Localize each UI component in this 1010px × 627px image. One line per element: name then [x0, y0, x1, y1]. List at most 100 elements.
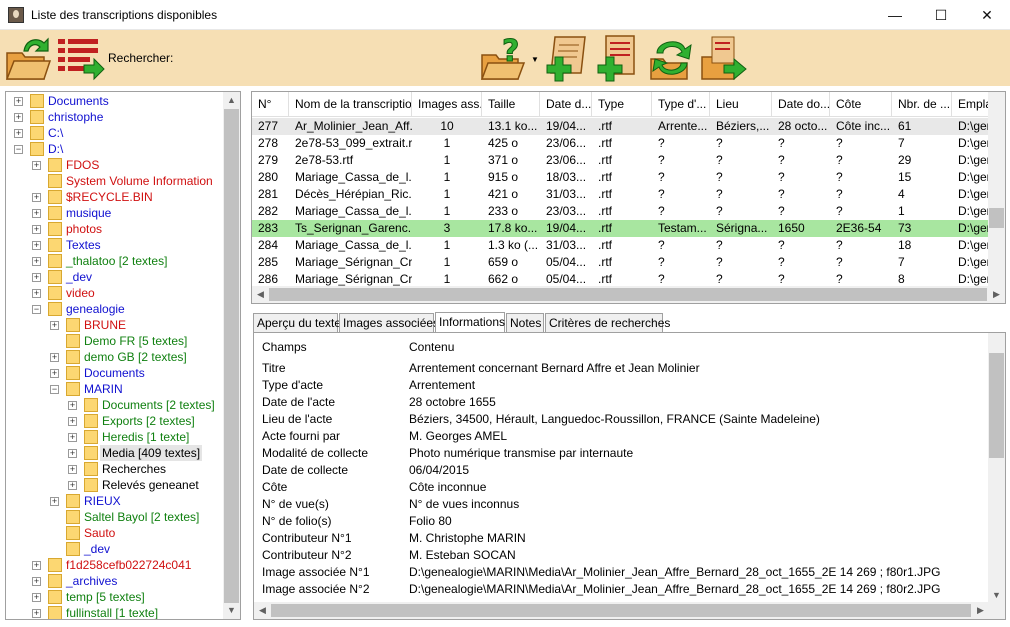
tree-node-label[interactable]: RIEUX	[82, 493, 123, 509]
tree-node[interactable]: +christophe	[6, 109, 221, 125]
grid-column-header[interactable]: Côte	[830, 92, 892, 117]
info-scroll-left-arrow[interactable]: ◀	[254, 602, 271, 619]
tree-node-label[interactable]: temp [5 textes]	[64, 589, 147, 605]
tree-node[interactable]: +BRUNE	[6, 317, 221, 333]
expand-icon[interactable]: +	[32, 273, 41, 282]
grid-row[interactable]: 281Décès_Hérépian_Ric...1421 o31/03....r…	[252, 186, 992, 203]
tree-node-label[interactable]: Documents	[82, 365, 147, 381]
expand-icon[interactable]: +	[68, 465, 77, 474]
tree-node[interactable]: + Documents [2 textes]	[6, 397, 221, 413]
expand-icon[interactable]: +	[50, 497, 59, 506]
tree-node[interactable]: + _archives	[6, 573, 221, 589]
expand-icon[interactable]: +	[32, 209, 41, 218]
tree-node-label[interactable]: $RECYCLE.BIN	[64, 189, 155, 205]
grid-column-header[interactable]: Lieu	[710, 92, 772, 117]
help-dropdown-arrow[interactable]: ▼	[531, 55, 539, 64]
info-hscroll-thumb[interactable]	[271, 604, 971, 617]
tree-node[interactable]: + Heredis [1 texte]	[6, 429, 221, 445]
grid-column-header[interactable]: Type d'...	[652, 92, 710, 117]
tree-node[interactable]: −MARIN	[6, 381, 221, 397]
tree-node-label[interactable]: Exports [2 textes]	[100, 413, 197, 429]
expand-icon[interactable]: +	[32, 289, 41, 298]
info-row[interactable]: Type d'acteArrentement	[254, 377, 989, 394]
info-row[interactable]: Image associée N°1D:\genealogie\MARIN\Me…	[254, 564, 989, 581]
expand-icon[interactable]: +	[68, 433, 77, 442]
grid-row[interactable]: 283Ts_Serignan_Garenc...317.8 ko...19/04…	[252, 220, 992, 237]
info-header-contenu[interactable]: Contenu	[409, 339, 454, 356]
expand-icon[interactable]: +	[68, 417, 77, 426]
info-row[interactable]: Lieu de l'acteBéziers, 34500, Hérault, L…	[254, 411, 989, 428]
expand-icon[interactable]: +	[50, 353, 59, 362]
grid-row[interactable]: 285Mariage_Sérignan_Cr...1659 o05/04....…	[252, 254, 992, 271]
tree-node[interactable]: Sauto	[6, 525, 221, 541]
tree-node-label[interactable]: f1d258cefb022724c041	[64, 557, 193, 573]
collapse-icon[interactable]: −	[32, 305, 41, 314]
tree-node-label[interactable]: Recherches	[100, 461, 168, 477]
info-row[interactable]: TitreArrentement concernant Bernard Affr…	[254, 360, 989, 377]
expand-icon[interactable]: +	[32, 577, 41, 586]
folder-tree[interactable]: +Documents+christophe+C:\−D:\+FDOSSystem…	[5, 91, 241, 620]
tree-node[interactable]: +temp [5 textes]	[6, 589, 221, 605]
expand-icon[interactable]: +	[32, 193, 41, 202]
grid-row[interactable]: 282Mariage_Cassa_de_l...1233 o23/03....r…	[252, 203, 992, 220]
tree-node[interactable]: + RIEUX	[6, 493, 221, 509]
grid-column-header[interactable]: Type	[592, 92, 652, 117]
tree-node[interactable]: + C:\	[6, 125, 221, 141]
info-row[interactable]: Date de l'acte28 octobre 1655	[254, 394, 989, 411]
tree-node[interactable]: + Exports [2 textes]	[6, 413, 221, 429]
tab-crit-res-de-recherches[interactable]: Critères de recherches	[545, 313, 663, 332]
grid-row[interactable]: 277Ar_Molinier_Jean_Aff...1013.1 ko...19…	[252, 118, 992, 135]
tree-node[interactable]: Demo FR [5 textes]	[6, 333, 221, 349]
info-row[interactable]: N° de folio(s)Folio 80	[254, 513, 989, 530]
info-row[interactable]: Date de collecte06/04/2015	[254, 462, 989, 479]
tree-node[interactable]: +Textes	[6, 237, 221, 253]
tree-node-label[interactable]: photos	[64, 221, 104, 237]
tree-node-label[interactable]: musique	[64, 205, 113, 221]
open-folder-icon[interactable]	[4, 33, 54, 83]
close-button[interactable]: ✕	[964, 0, 1010, 30]
expand-icon[interactable]: +	[68, 481, 77, 490]
tab-images-associ-es[interactable]: Images associées	[339, 313, 434, 332]
grid-column-header[interactable]: Date do...	[772, 92, 830, 117]
help-folder-icon[interactable]: ?	[480, 33, 530, 83]
grid-vscrollbar[interactable]	[988, 92, 1005, 287]
tree-node-label[interactable]: demo GB [2 textes]	[82, 349, 189, 365]
tab-informations[interactable]: Informations	[435, 312, 505, 333]
info-header-champs[interactable]: Champs	[262, 339, 307, 356]
tree-node-label[interactable]: _dev	[82, 541, 112, 557]
scroll-thumb[interactable]	[224, 109, 239, 603]
tree-node-label[interactable]: Textes	[64, 237, 103, 253]
collapse-icon[interactable]: −	[14, 145, 23, 154]
info-row[interactable]: Acte fourni parM. Georges AMEL	[254, 428, 989, 445]
tree-node-label[interactable]: C:\	[46, 125, 65, 141]
tree-node-label[interactable]: Documents [2 textes]	[100, 397, 217, 413]
scroll-right-arrow[interactable]: ▶	[988, 286, 1005, 303]
info-row[interactable]: CôteCôte inconnue	[254, 479, 989, 496]
expand-icon[interactable]: +	[50, 321, 59, 330]
tab-aper-u-du-texte[interactable]: Aperçu du texte	[253, 313, 338, 332]
tree-node-label[interactable]: FDOS	[64, 157, 101, 173]
info-row[interactable]: Contributeur N°2M. Esteban SOCAN	[254, 547, 989, 564]
expand-icon[interactable]: +	[14, 129, 23, 138]
tree-node-label[interactable]: _dev	[64, 269, 94, 285]
minimize-button[interactable]: —	[872, 0, 918, 30]
add-scroll-icon[interactable]	[541, 33, 591, 83]
tree-node-label[interactable]: Saltel Bayol [2 textes]	[82, 509, 201, 525]
tree-node-label[interactable]: Heredis [1 texte]	[100, 429, 191, 445]
info-row[interactable]: Modalité de collectePhoto numérique tran…	[254, 445, 989, 462]
expand-icon[interactable]: +	[68, 401, 77, 410]
expand-icon[interactable]: +	[32, 161, 41, 170]
scroll-left-arrow[interactable]: ◀	[252, 286, 269, 303]
tree-node-label[interactable]: video	[64, 285, 97, 301]
tree-node[interactable]: System Volume Information	[6, 173, 221, 189]
info-vscroll-thumb[interactable]	[989, 353, 1004, 458]
expand-icon[interactable]: +	[32, 225, 41, 234]
tree-node[interactable]: + musique	[6, 205, 221, 221]
scroll-up-arrow[interactable]: ▲	[223, 92, 240, 109]
add-document-icon[interactable]	[594, 33, 644, 83]
grid-column-header[interactable]: Taille	[482, 92, 540, 117]
maximize-button[interactable]: ☐	[918, 0, 964, 30]
tree-node-label[interactable]: _archives	[64, 573, 119, 589]
tree-node[interactable]: + Recherches	[6, 461, 221, 477]
tree-node[interactable]: +f1d258cefb022724c041	[6, 557, 221, 573]
